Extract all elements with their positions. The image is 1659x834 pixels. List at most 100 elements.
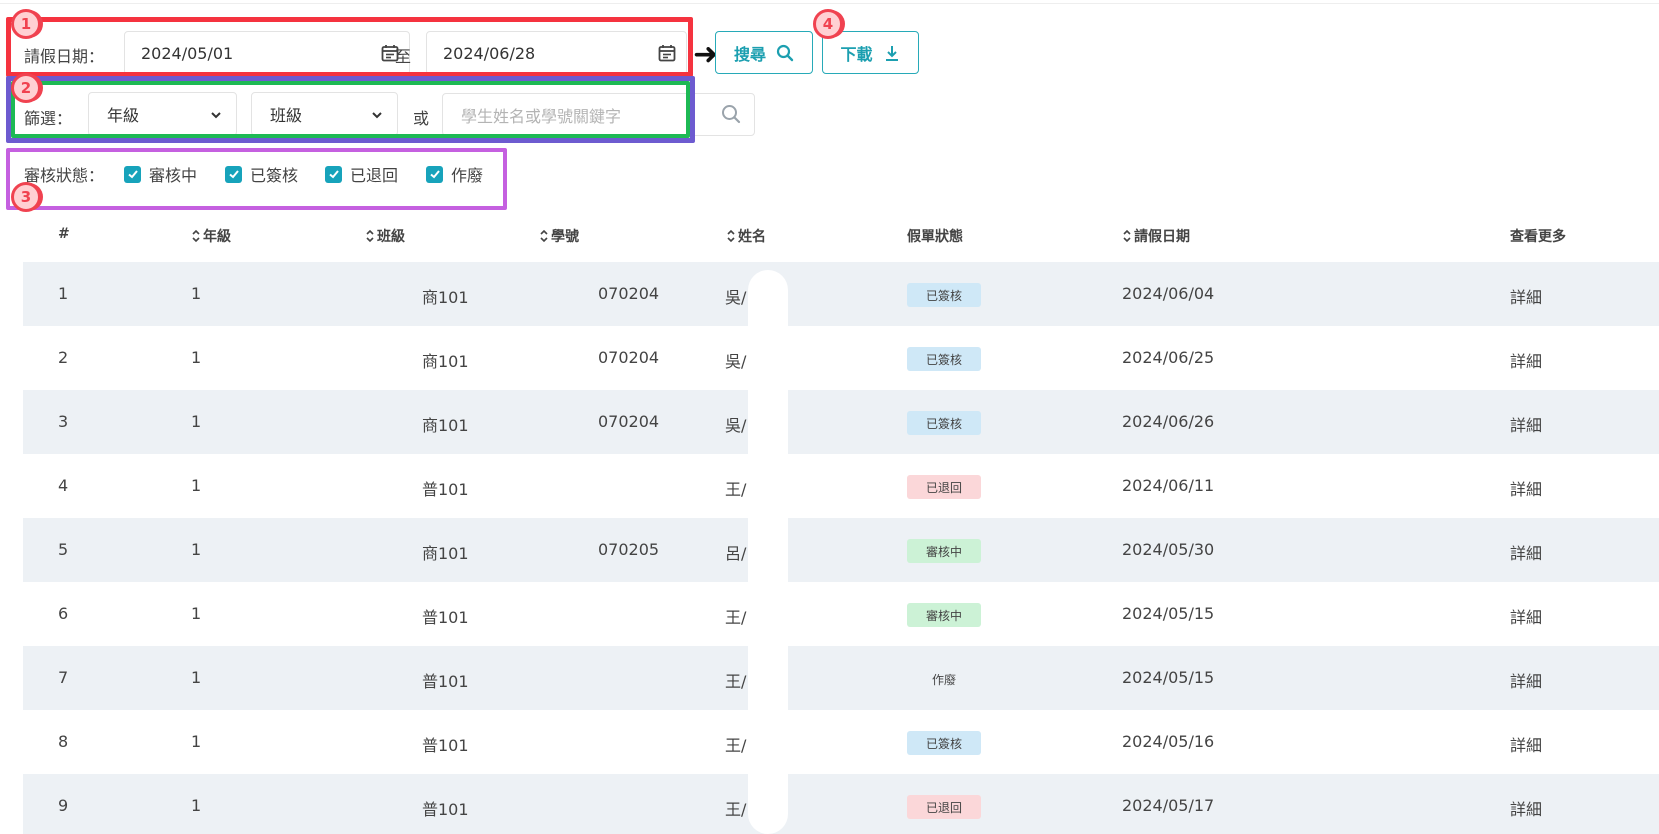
header-class[interactable]: 班級 (365, 226, 405, 246)
status-badge: 審核中 (907, 539, 981, 563)
cell-number: 8 (58, 732, 69, 751)
header-number: # (58, 226, 70, 242)
cell-class: 普101 (422, 480, 469, 499)
cell-name: 呂/ (725, 544, 747, 563)
search-icon[interactable] (720, 103, 742, 125)
cell-number: 6 (58, 604, 69, 623)
filter-label: 篩選： (24, 109, 73, 128)
status-badge: 已簽核 (907, 411, 981, 435)
cell-leave-date: 2024/06/11 (1122, 476, 1215, 495)
cell-grade: 1 (191, 284, 202, 303)
checkbox-checked-icon[interactable] (325, 165, 342, 183)
keyword-search-input[interactable]: 學生姓名或學號關鍵字 (442, 93, 755, 136)
status-void-checkbox[interactable]: 作廢 (426, 162, 483, 186)
details-link[interactable]: 詳細 (1510, 412, 1542, 436)
cell-grade: 1 (191, 412, 202, 431)
details-link[interactable]: 詳細 (1510, 476, 1542, 500)
cell-student-id: 070205 (598, 540, 660, 559)
header-student-id[interactable]: 學號 (539, 226, 579, 246)
table-row: 6 1 普101 王/2024/05/15 審核中 詳細 (23, 582, 1659, 646)
search-button[interactable]: 搜尋 (715, 31, 813, 74)
date-to-input[interactable]: 2024/06/28 (426, 31, 687, 75)
header-name[interactable]: 姓名 (726, 226, 766, 246)
details-link[interactable]: 詳細 (1510, 796, 1542, 820)
cell-grade: 1 (191, 732, 202, 751)
cell-student-id: 070204 (598, 348, 660, 367)
table-row: 2 1 商101 070204 吳/2024/06/25 已簽核 詳細 (23, 326, 1659, 390)
annotation-badge: 3 (11, 182, 41, 212)
chevron-down-icon (211, 112, 221, 119)
status-badge: 已退回 (907, 475, 981, 499)
class-select-value: 班級 (270, 106, 303, 125)
status-label: 審核狀態： (24, 166, 105, 185)
cell-class: 商101 (422, 416, 469, 435)
download-button-label: 下載 (840, 44, 873, 64)
status-badge: 審核中 (907, 603, 981, 627)
cell-leave-date: 2024/05/15 (1122, 604, 1215, 623)
cell-grade: 1 (191, 476, 202, 495)
cell-grade: 1 (191, 540, 202, 559)
cell-grade: 1 (191, 796, 202, 815)
cell-class: 商101 (422, 288, 469, 307)
table-row: 4 1 普101 王/2024/06/11 已退回 詳細 (23, 454, 1659, 518)
sort-icon[interactable] (191, 229, 201, 243)
status-option-label: 已退回 (350, 166, 399, 185)
details-link[interactable]: 詳細 (1510, 668, 1542, 692)
checkbox-checked-icon[interactable] (426, 165, 443, 183)
cell-name: 王/ (725, 736, 747, 755)
status-option-label: 已簽核 (250, 166, 299, 185)
cell-leave-date: 2024/06/26 (1122, 412, 1215, 431)
status-approved-checkbox[interactable]: 已簽核 (225, 162, 298, 186)
status-pending-checkbox[interactable]: 審核中 (124, 162, 197, 186)
cell-number: 3 (58, 412, 69, 431)
header-grade[interactable]: 年級 (191, 226, 231, 246)
download-button[interactable]: 下載 (822, 31, 919, 74)
cell-student-id: 070204 (598, 284, 660, 303)
cell-grade: 1 (191, 348, 202, 367)
details-link[interactable]: 詳細 (1510, 284, 1542, 308)
cell-leave-date: 2024/05/15 (1122, 668, 1215, 687)
table-row: 5 1 商101 070205 呂/2024/05/30 審核中 詳細 (23, 518, 1659, 582)
details-link[interactable]: 詳細 (1510, 540, 1542, 564)
annotation-badge: 1 (11, 9, 41, 39)
top-divider (0, 0, 1659, 4)
chevron-down-icon (372, 112, 382, 119)
sort-icon[interactable] (539, 229, 549, 243)
date-from-value: 2024/05/01 (141, 43, 234, 63)
annotation-badge: 4 (813, 9, 843, 39)
date-from-input[interactable]: 2024/05/01 (124, 31, 410, 75)
cell-leave-date: 2024/06/25 (1122, 348, 1215, 367)
download-icon (885, 45, 898, 61)
status-returned-checkbox[interactable]: 已退回 (325, 162, 398, 186)
header-more: 查看更多 (1510, 229, 1566, 245)
search-icon (776, 44, 794, 61)
cell-leave-date: 2024/05/17 (1122, 796, 1215, 815)
sort-icon[interactable] (365, 229, 375, 243)
table-row: 3 1 商101 070204 吳/2024/06/26 已簽核 詳細 (23, 390, 1659, 454)
cell-name: 吳/ (725, 416, 747, 435)
cell-name: 王/ (725, 608, 747, 627)
grade-select[interactable]: 年級 (88, 92, 237, 136)
leave-date-label: 請假日期： (24, 47, 105, 66)
checkbox-checked-icon[interactable] (124, 165, 141, 183)
details-link[interactable]: 詳細 (1510, 732, 1542, 756)
cell-name: 吳/ (725, 352, 747, 371)
status-option-label: 審核中 (149, 166, 198, 185)
checkbox-checked-icon[interactable] (225, 165, 242, 183)
details-link[interactable]: 詳細 (1510, 348, 1542, 372)
or-label: 或 (413, 109, 430, 128)
status-badge: 已簽核 (907, 347, 981, 371)
cell-leave-date: 2024/05/30 (1122, 540, 1215, 559)
header-leave-date[interactable]: 請假日期 (1122, 226, 1190, 246)
cell-number: 1 (58, 284, 69, 303)
cell-grade: 1 (191, 668, 202, 687)
cell-number: 7 (58, 668, 69, 687)
sort-icon[interactable] (726, 229, 736, 243)
class-select[interactable]: 班級 (251, 92, 398, 136)
sort-icon[interactable] (1122, 229, 1132, 243)
status-badge: 已退回 (907, 795, 981, 819)
details-link[interactable]: 詳細 (1510, 604, 1542, 628)
keyword-placeholder: 學生姓名或學號關鍵字 (461, 106, 622, 126)
date-to-value: 2024/06/28 (443, 43, 536, 63)
calendar-icon[interactable] (658, 44, 676, 62)
